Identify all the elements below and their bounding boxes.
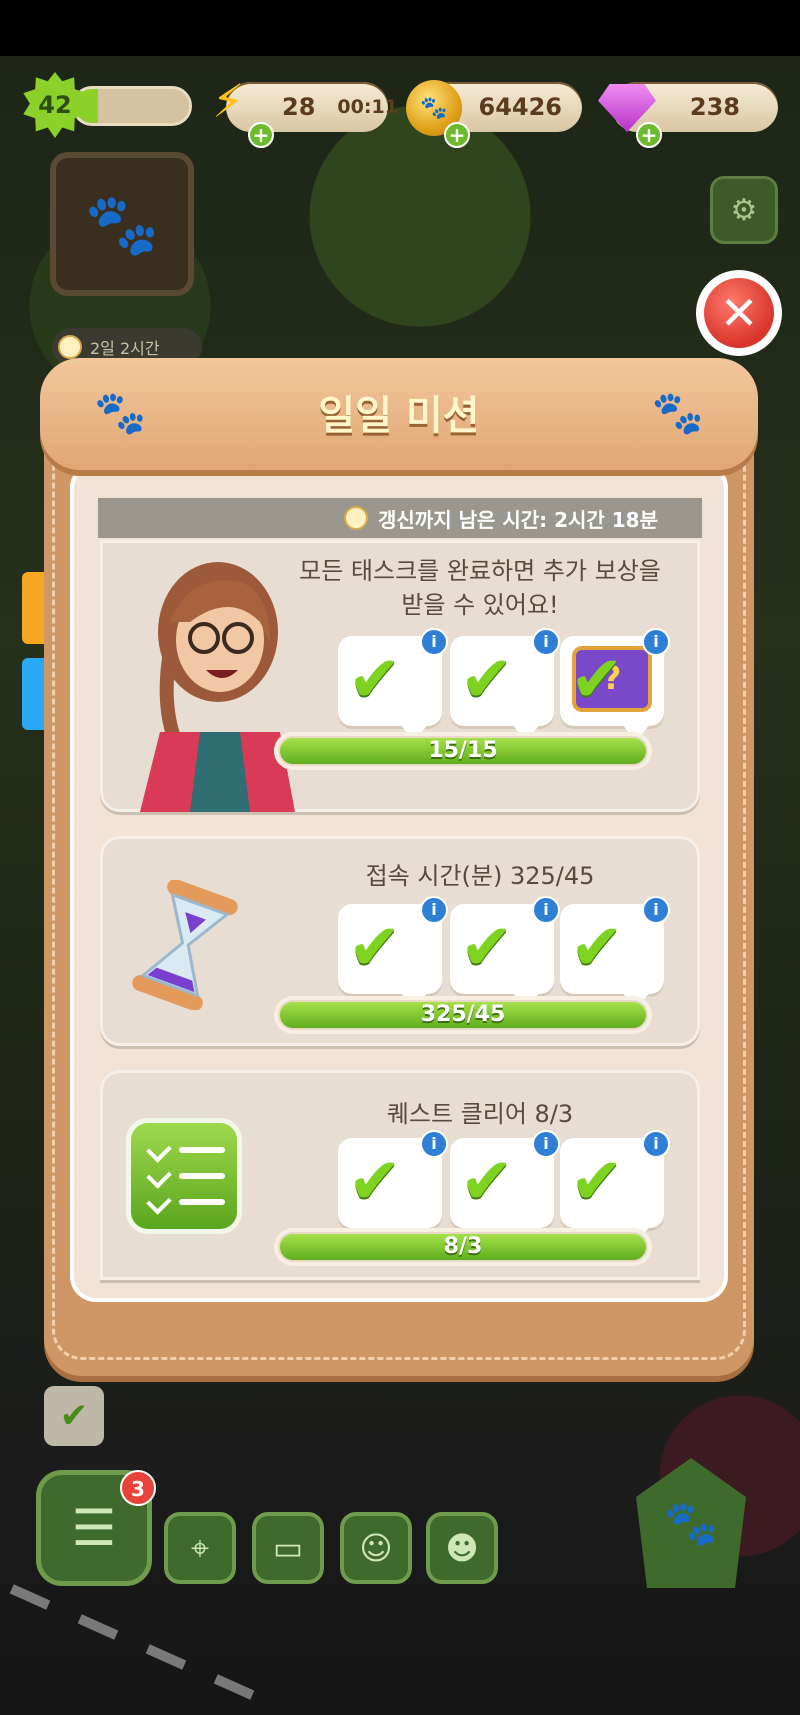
refresh-timer-text: 갱신까지 남은 시간: 2시간 18분 xyxy=(378,507,658,532)
checkmark-icon: ✔ xyxy=(570,1145,624,1219)
xp-progress-bar xyxy=(72,86,192,126)
pet-slot[interactable]: 🐾 xyxy=(50,152,194,296)
clock-icon xyxy=(344,506,368,530)
reward-slot[interactable]: ✔ i xyxy=(450,628,560,742)
event-timer-text: 2일 2시간 xyxy=(90,339,160,358)
paw-icon: 🐾 xyxy=(84,189,160,260)
close-button[interactable]: ✕ xyxy=(696,270,782,356)
lightning-bolt-icon: ⚡ xyxy=(212,74,245,128)
bus-button[interactable]: ▭ xyxy=(252,1512,324,1584)
notification-badge: 3 xyxy=(120,1470,156,1506)
gear-icon: ⚙ xyxy=(730,192,758,228)
energy-counter: 28 00:11 xyxy=(226,82,398,132)
status-bar xyxy=(0,0,800,56)
mission-progress-text: 15/15 xyxy=(428,738,498,763)
checkmark-icon: ✔ xyxy=(460,1145,514,1219)
mission-progress-bar: 8/3 xyxy=(274,1228,652,1266)
reward-slot[interactable]: ✔ i xyxy=(338,896,448,1010)
mission-progress-bar: 325/45 xyxy=(274,996,652,1034)
clock-icon xyxy=(58,335,82,359)
calendar-check-icon[interactable]: ✔ xyxy=(44,1386,104,1446)
refresh-timer-banner: 갱신까지 남은 시간: 2시간 18분 xyxy=(98,498,702,538)
bus-icon: ▭ xyxy=(272,1529,304,1567)
checkmark-icon: ✔ xyxy=(570,643,624,717)
close-icon: ✕ xyxy=(704,278,774,348)
info-icon[interactable]: i xyxy=(642,1130,670,1158)
map-pin-icon: ⌖ xyxy=(190,1528,210,1567)
checklist-icon: ☰ xyxy=(71,1499,117,1557)
checkmark-icon: ✔ xyxy=(348,1145,402,1219)
paw-icon: 🐾 xyxy=(651,388,704,437)
person-icon: ☺ xyxy=(359,1529,393,1567)
coin-value: 64426 xyxy=(478,93,563,121)
info-icon[interactable]: i xyxy=(532,628,560,656)
info-icon[interactable]: i xyxy=(420,896,448,924)
add-energy-button[interactable]: + xyxy=(248,122,274,148)
info-icon[interactable]: i xyxy=(642,896,670,924)
level-value: 42 xyxy=(38,91,72,119)
settings-button[interactable]: ⚙ xyxy=(710,176,778,244)
reward-slot[interactable]: ✔ i xyxy=(560,896,670,1010)
mission-title: 퀘스트 클리어 8/3 xyxy=(386,1100,574,1128)
reward-slot[interactable]: ✔ i xyxy=(338,1130,448,1244)
reward-slot[interactable]: ✔ i xyxy=(560,1130,670,1244)
reward-slot[interactable]: ✔ i xyxy=(338,628,448,742)
paw-icon: 🐾 xyxy=(663,1498,719,1549)
gem-value: 238 xyxy=(689,93,740,121)
checklist-icon xyxy=(126,1118,242,1234)
energy-timer: 00:11 xyxy=(337,96,398,118)
panel-header: 🐾 일일 미션 🐾 xyxy=(40,358,758,470)
friends-icon: ☻ xyxy=(445,1529,479,1567)
checkmark-icon: ✔ xyxy=(348,643,402,717)
checkmark-icon: ✔ xyxy=(570,911,624,985)
map-button[interactable]: ⌖ xyxy=(164,1512,236,1584)
character-portrait xyxy=(140,562,295,812)
mission-title: 모든 태스크를 완료하면 추가 보상을 받을 수 있어요! xyxy=(299,557,661,619)
info-icon[interactable]: i xyxy=(420,1130,448,1158)
character-button[interactable]: ☺ xyxy=(340,1512,412,1584)
info-icon[interactable]: i xyxy=(532,1130,560,1158)
friends-button[interactable]: ☻ xyxy=(426,1512,498,1584)
info-icon[interactable]: i xyxy=(532,896,560,924)
checkmark-icon: ✔ xyxy=(460,643,514,717)
mission-progress-bar: 15/15 xyxy=(274,732,652,770)
mystery-chest-reward[interactable]: ? ✔ i xyxy=(560,628,670,742)
reward-slot[interactable]: ✔ i xyxy=(450,896,560,1010)
add-gems-button[interactable]: + xyxy=(636,122,662,148)
energy-value: 28 xyxy=(282,93,316,121)
checkmark-icon: ✔ xyxy=(460,911,514,985)
info-icon[interactable]: i xyxy=(420,628,448,656)
mission-progress-text: 8/3 xyxy=(443,1234,483,1259)
panel-title: 일일 미션 xyxy=(318,393,480,439)
mission-progress-text: 325/45 xyxy=(420,1002,506,1027)
info-icon[interactable]: i xyxy=(642,628,670,656)
mission-title: 접속 시간(분) 325/45 xyxy=(365,862,595,890)
checkmark-icon: ✔ xyxy=(348,911,402,985)
reward-slot[interactable]: ✔ i xyxy=(450,1130,560,1244)
add-coins-button[interactable]: + xyxy=(444,122,470,148)
hourglass-icon xyxy=(132,880,238,1010)
